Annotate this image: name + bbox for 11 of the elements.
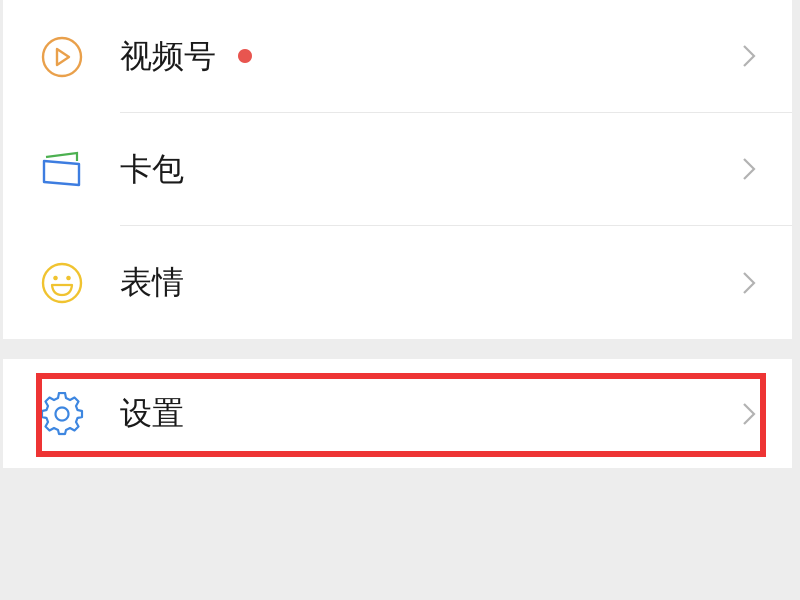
menu-item[interactable]: 设置 [3,359,792,468]
menu-item[interactable]: 视频号 [3,0,792,113]
chevron-icon [742,157,756,181]
menu-item[interactable]: 卡包 [3,113,792,226]
chevron-icon [742,402,756,426]
chevron-icon [742,44,756,68]
settings-icon [40,392,84,436]
menu-item[interactable]: 表情 [3,226,792,339]
smiley-icon [40,260,84,304]
play-circle-icon [40,34,84,78]
chevron-icon [742,270,756,294]
